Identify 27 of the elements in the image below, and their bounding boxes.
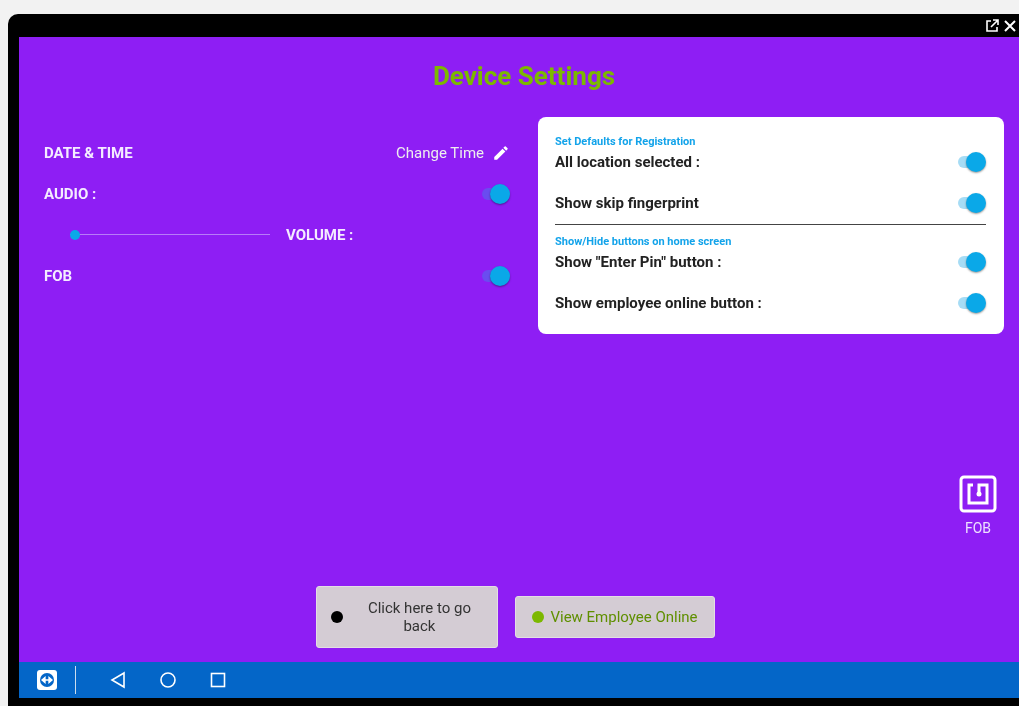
toggle-switch[interactable] [480, 265, 510, 286]
remote-app-icon[interactable] [37, 670, 57, 690]
toggle-switch[interactable] [480, 183, 510, 204]
toggle-switch[interactable] [956, 193, 986, 213]
setting-label: AUDIO : [44, 184, 97, 203]
toggle-switch[interactable] [956, 252, 986, 272]
toggle-switch[interactable] [956, 293, 986, 313]
setting-label: Show "Enter Pin" button : [555, 253, 722, 271]
home-icon[interactable] [159, 671, 177, 689]
back-icon[interactable] [110, 671, 126, 689]
toggle-switch[interactable] [956, 152, 986, 172]
pencil-icon[interactable] [492, 143, 510, 162]
volume-slider[interactable] [70, 229, 270, 240]
recents-icon[interactable] [210, 672, 226, 688]
page-title: Device Settings [432, 61, 616, 91]
setting-label: All location selected : [555, 153, 700, 171]
back-button[interactable]: Click here to go back [316, 586, 499, 648]
close-icon[interactable] [1003, 18, 1017, 33]
section-heading: Set Defaults for Registration [555, 135, 697, 148]
setting-label: VOLUME : [286, 225, 354, 244]
popout-icon[interactable] [985, 18, 999, 33]
setting-label: Show skip fingerprint [555, 194, 699, 212]
change-time-link[interactable]: Change Time [396, 143, 484, 162]
setting-label: DATE & TIME [44, 143, 133, 162]
setting-label: FOB [44, 266, 73, 285]
section-heading: Show/Hide buttons on home screen [555, 235, 733, 248]
setting-label: Show employee online button : [555, 294, 762, 312]
